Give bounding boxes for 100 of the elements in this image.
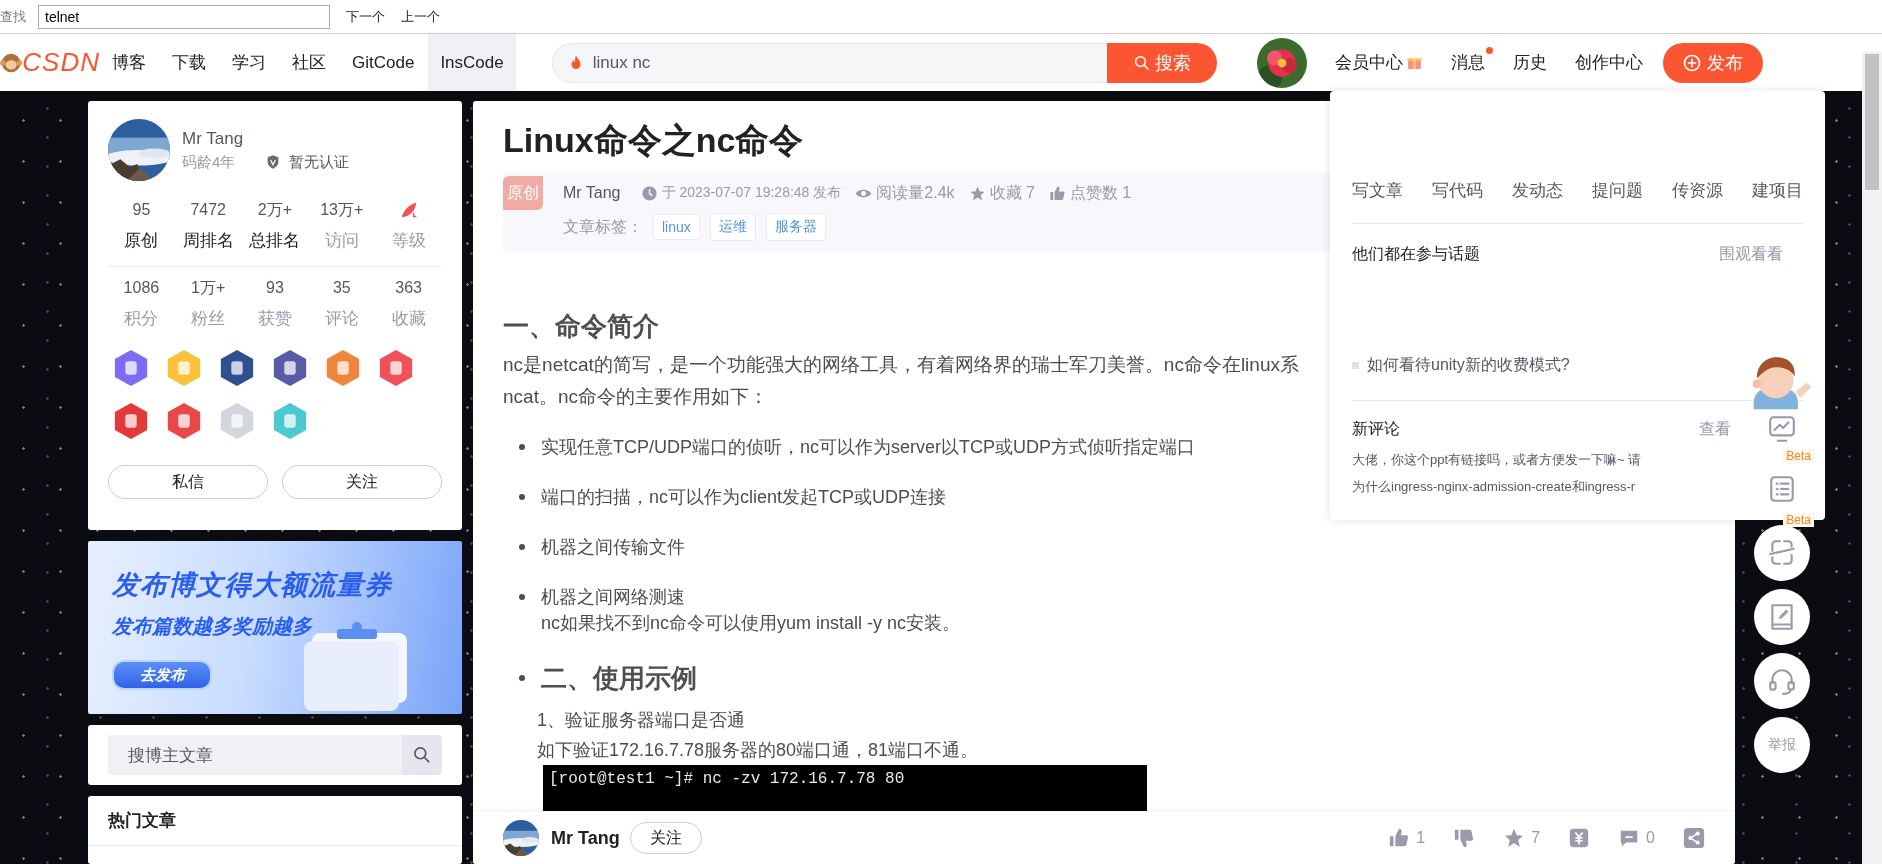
- stat-label: 访问: [324, 230, 359, 252]
- search-field[interactable]: linux nc: [551, 42, 1107, 83]
- reward-button[interactable]: [1568, 827, 1591, 849]
- find-label: 查找: [0, 7, 26, 26]
- find-button[interactable]: 上一个: [393, 7, 448, 26]
- author-name[interactable]: Mr Tang: [182, 128, 350, 149]
- nav-item[interactable]: 学习: [220, 34, 278, 91]
- search-icon: [1132, 53, 1151, 72]
- comment-link[interactable]: 大佬，你这个ppt有链接吗，或者方便发一下嘛~ 请: [1352, 446, 1642, 473]
- stat-value: 93: [266, 278, 284, 298]
- scan-icon: [1767, 538, 1797, 568]
- scrollbar-thumb[interactable]: [1865, 54, 1879, 190]
- bullet-icon: [519, 594, 525, 600]
- menu-item[interactable]: 写代码: [1432, 178, 1483, 202]
- find-field[interactable]: telnet: [38, 4, 330, 29]
- dislike-button[interactable]: [1453, 827, 1476, 849]
- like-count: 点赞数 1: [1069, 182, 1132, 203]
- section-title: 新评论: [1352, 419, 1400, 439]
- nav-link[interactable]: 消息: [1450, 51, 1485, 74]
- publish-button[interactable]: 去发布: [112, 660, 212, 690]
- topic-link[interactable]: 如何看待unity新的收费模式?: [1367, 355, 1570, 376]
- search-button[interactable]: [402, 735, 442, 775]
- banner-subtitle: 发布篇数越多奖励越多: [112, 614, 314, 639]
- stat-value: 35: [332, 278, 351, 298]
- section-heading: 一、命令简介: [503, 310, 660, 343]
- stat-value: 7472: [190, 200, 226, 220]
- stat-label: 评论: [324, 308, 359, 330]
- stat-value: 1万+: [191, 278, 226, 298]
- star-icon: [968, 184, 986, 202]
- menu-item[interactable]: 建项目: [1752, 178, 1803, 202]
- share-icon: [1683, 827, 1705, 849]
- publish-time: 于 2023-07-07 19:28:48 发布: [661, 184, 842, 202]
- paragraph: nc是netcat的简写，是一个功能强大的网络工具，有着网络界的瑞士军刀美誉。nc命令在linux系 ncat。nc命令的主要作用如下：: [503, 353, 1299, 409]
- menu-item[interactable]: 提问题: [1592, 178, 1643, 202]
- list-icon: [1767, 474, 1797, 504]
- thumbs-up-icon: [1388, 827, 1411, 849]
- list-item: 实现任意TCP/UDP端口的侦听，nc可以作为server以TCP或UDP方式侦听指定端口: [541, 436, 1196, 459]
- thumbs-down-icon: [1453, 827, 1476, 849]
- nav-link[interactable]: 历史: [1512, 51, 1547, 74]
- menu-item[interactable]: 发动态: [1512, 178, 1563, 202]
- plus-icon: [1682, 52, 1703, 73]
- bullet-icon: [519, 444, 525, 450]
- favorite-count: 收藏 7: [989, 182, 1035, 203]
- terminal-line: [root@test1 ~]# nc -zv 172.16.7.78 80: [549, 769, 906, 789]
- comment-link[interactable]: 为什么ingress-nginx-admission-create和ingress-r: [1352, 473, 1636, 500]
- stat-value: 2万+: [257, 200, 293, 220]
- list-item: 机器之间传输文件: [541, 536, 685, 559]
- scrollbar[interactable]: [1862, 52, 1882, 864]
- bullet-icon: [519, 675, 525, 681]
- notification-dot: [1485, 47, 1493, 54]
- stat-label: 周排名: [182, 230, 234, 252]
- search-icon: [412, 745, 432, 765]
- search-field[interactable]: 搜博主文章: [108, 735, 402, 775]
- stat-label: 积分: [124, 308, 159, 330]
- account-age: 码龄4年: [182, 152, 236, 172]
- find-button[interactable]: 下一个: [338, 7, 393, 26]
- list-item: 机器之间网络测速 nc如果找不到nc命令可以使用yum install -y nc安装。: [541, 586, 961, 635]
- read-count: 阅读量2.4k: [876, 182, 955, 203]
- nav-link[interactable]: 创作中心: [1574, 51, 1643, 74]
- profile-button[interactable]: 关注: [282, 465, 442, 499]
- nav-item[interactable]: 下载: [160, 34, 218, 91]
- section-title: 热门文章: [88, 796, 462, 846]
- thumb-icon: [1048, 184, 1066, 202]
- profile-button[interactable]: 私信: [108, 465, 268, 499]
- paragraph: 1、验证服务器端口是否通 如下验证172.16.7.78服务器的80端口通，81端口不通。: [537, 709, 979, 762]
- article-title: Linux命令之nc命令: [503, 120, 805, 161]
- bullet-icon: [519, 544, 525, 550]
- stat-value: 13万+: [320, 200, 364, 220]
- nav-link[interactable]: 会员中心: [1334, 51, 1423, 74]
- stat-label: 原创: [124, 230, 159, 252]
- nav-item[interactable]: 博客: [100, 34, 158, 91]
- tags-label: 文章标签：: [563, 216, 643, 237]
- banner-title: 发布博文得大额流量券: [112, 569, 394, 602]
- stat-label: 获赞: [258, 308, 292, 330]
- clock-icon: [640, 184, 658, 202]
- nav-item[interactable]: InsCode: [428, 34, 516, 91]
- stat-label: 总排名: [249, 230, 301, 252]
- beta-badge: Beta: [1783, 513, 1814, 527]
- menu-item[interactable]: 写文章: [1352, 178, 1403, 202]
- stat-label: 粉丝: [191, 308, 226, 330]
- follow-button[interactable]: 关注: [629, 822, 702, 854]
- beta-badge: Beta: [1783, 449, 1814, 463]
- monitor-icon: [1767, 414, 1797, 444]
- section-title: 他们都在参与话题: [1352, 244, 1480, 264]
- yen-icon: [1568, 827, 1591, 849]
- original-tag: 原创: [503, 176, 543, 210]
- bullet-icon: [1352, 362, 1359, 369]
- share-button[interactable]: [1683, 827, 1705, 849]
- certification-status: 暂无认证: [289, 152, 350, 172]
- stat-label: 等级: [391, 230, 426, 252]
- menu-item[interactable]: 传资源: [1672, 178, 1723, 202]
- stat-value: 95: [132, 200, 151, 220]
- nav-item[interactable]: 社区: [280, 34, 338, 91]
- stat-value: 363: [395, 278, 422, 298]
- nav-item[interactable]: GitCode: [340, 34, 427, 91]
- headset-icon: [1767, 666, 1797, 696]
- author-name[interactable]: Mr Tang: [563, 184, 621, 202]
- bullet-icon: [519, 494, 525, 500]
- stat-label: 收藏: [391, 308, 426, 330]
- author-name[interactable]: Mr Tang: [551, 827, 620, 849]
